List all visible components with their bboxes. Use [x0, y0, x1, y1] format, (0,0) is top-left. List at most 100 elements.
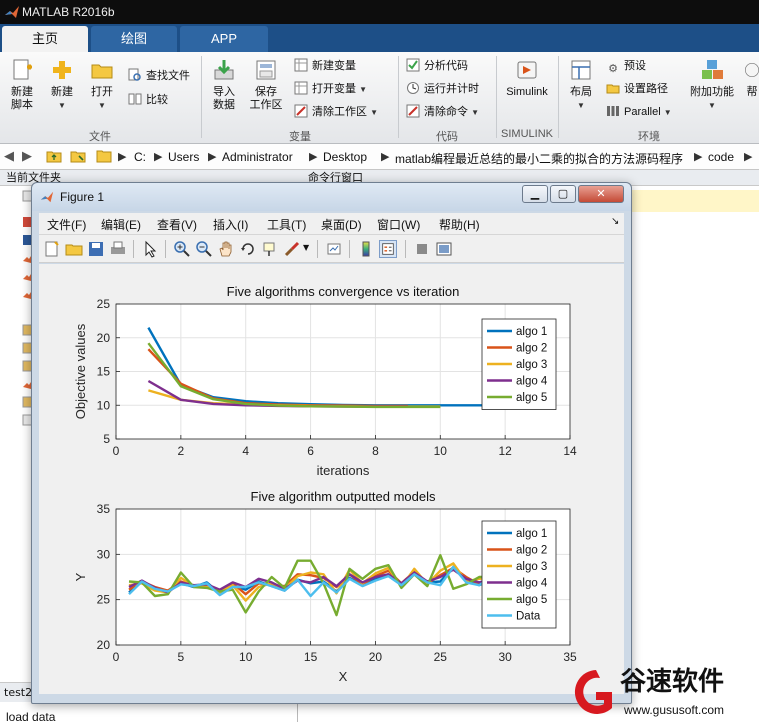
breadcrumb-item[interactable]: code [708, 150, 734, 164]
zoom-in-icon[interactable] [173, 240, 191, 258]
new-label: 新建 [51, 86, 73, 98]
gear-icon: ⚙ [608, 63, 618, 75]
new-figure-icon[interactable] [43, 240, 61, 258]
group-variable-label: 变量 [289, 131, 311, 143]
y-tick-label: 30 [97, 547, 111, 561]
menu-help[interactable]: 帮助(H) [439, 216, 480, 233]
figure-window[interactable]: Figure 1 ▁ ▢ ✕ 文件(F) 编辑(E) 查看(V) 插入(I) 工… [31, 182, 632, 704]
figure-titlebar[interactable]: Figure 1 ▁ ▢ ✕ [32, 183, 631, 211]
hide-plot-tools-icon[interactable] [413, 240, 431, 258]
chevron-down-icon[interactable]: ▼ [303, 243, 309, 252]
y-tick-label: 25 [97, 297, 111, 311]
colorbar-icon[interactable] [357, 240, 375, 258]
print-icon[interactable] [109, 240, 127, 258]
breadcrumb-separator: ▶ [309, 150, 318, 163]
pan-hand-icon[interactable] [217, 240, 235, 258]
menu-view[interactable]: 查看(V) [157, 216, 197, 233]
set-path-button[interactable]: 设置路径 [606, 79, 668, 99]
ribbon-tabs: 主页 绘图 APP [0, 24, 759, 52]
breadcrumb-separator: ▶ [381, 150, 390, 163]
y-tick-label: 25 [97, 593, 111, 607]
minimize-button[interactable]: ▁ [522, 185, 548, 203]
link-plot-icon[interactable] [325, 240, 343, 258]
chart-title: Five algorithms convergence vs iteration [227, 284, 460, 299]
menu-insert[interactable]: 插入(I) [213, 216, 248, 233]
open-file-icon[interactable] [65, 240, 83, 258]
brush-icon[interactable] [283, 240, 301, 258]
menu-desktop[interactable]: 桌面(D) [321, 216, 362, 233]
browse-folder-icon[interactable] [70, 148, 86, 164]
maximize-button[interactable]: ▢ [550, 185, 576, 203]
chevron-down-icon: ▼ [663, 108, 672, 117]
new-variable-button[interactable]: 新建变量 [294, 56, 356, 76]
ribbon-separator [201, 56, 202, 138]
simulink-button[interactable]: Simulink [501, 58, 553, 99]
menu-edit[interactable]: 编辑(E) [101, 216, 141, 233]
forward-arrow-icon[interactable]: ▶ [22, 149, 32, 164]
help-button[interactable]: 帮 [744, 58, 759, 99]
addons-button[interactable]: 附加功能 ▼ [686, 58, 738, 112]
compare-label: 比较 [146, 94, 168, 106]
tab-home[interactable]: 主页 [2, 26, 88, 52]
save-workspace-button[interactable]: 保存 工作区 [246, 58, 286, 112]
new-button[interactable]: 新建 ▼ [44, 58, 80, 112]
open-label: 打开 [91, 86, 113, 98]
tab-plots[interactable]: 绘图 [91, 26, 177, 52]
menu-tools[interactable]: 工具(T) [267, 216, 306, 233]
breadcrumb-item[interactable]: Desktop [323, 150, 367, 164]
preferences-button[interactable]: ⚙ 预设 [606, 56, 646, 76]
run-time-icon [407, 82, 419, 94]
pointer-icon[interactable] [141, 240, 159, 258]
back-arrow-icon[interactable]: ◀ [4, 149, 14, 164]
analyze-code-button[interactable]: 分析代码 [406, 56, 468, 76]
zoom-out-icon[interactable] [195, 240, 213, 258]
legend-label: algo 3 [516, 561, 547, 573]
up-folder-icon[interactable] [46, 148, 62, 164]
show-plot-tools-icon[interactable] [435, 240, 453, 258]
y-tick-label: 20 [97, 331, 111, 345]
group-environment-label: 环境 [638, 131, 660, 143]
menu-file[interactable]: 文件(F) [47, 216, 86, 233]
breadcrumb-separator: ▶ [118, 150, 127, 163]
legend-label: algo 2 [516, 545, 547, 557]
details-tab[interactable]: test2 [4, 686, 32, 699]
tab-apps[interactable]: APP [180, 26, 268, 52]
menu-window[interactable]: 窗口(W) [377, 216, 420, 233]
legend-icon[interactable] [379, 240, 397, 258]
set-path-label: 设置路径 [624, 83, 668, 95]
x-tick-label: 14 [563, 444, 577, 458]
new-script-icon [13, 59, 32, 80]
close-button[interactable]: ✕ [578, 185, 624, 203]
save-icon[interactable] [87, 240, 105, 258]
new-script-button[interactable]: 新建 脚本 [4, 58, 40, 112]
toolbar-separator [133, 240, 134, 258]
breadcrumb-item[interactable]: C: [134, 150, 146, 164]
legend-label: Data [516, 611, 541, 623]
open-variable-button[interactable]: 打开变量 ▼ [294, 79, 367, 99]
breadcrumb-item[interactable]: Administrator [222, 150, 293, 164]
chevron-down-icon: ▼ [471, 108, 479, 117]
compare-button[interactable]: 比较 [128, 90, 168, 110]
layout-button[interactable]: 布局 ▼ [563, 58, 599, 112]
import-data-button[interactable]: 导入 数据 [206, 58, 242, 112]
y-tick-label: 35 [97, 502, 111, 516]
data-cursor-icon[interactable] [261, 240, 279, 258]
rotate-3d-icon[interactable] [239, 240, 257, 258]
figure-canvas[interactable]: 0 2 4 6 8 10 12 14 5 10 15 20 25 Five algorithms conv… [39, 264, 624, 694]
open-button[interactable]: 打开 ▼ [84, 58, 120, 112]
clear-commands-button[interactable]: 清除命令 ▼ [406, 102, 479, 122]
breadcrumb-item[interactable]: matlab编程最近总结的最小二乘的拟合的方法源码程序 [395, 150, 683, 167]
plots-area[interactable]: 0 2 4 6 8 10 12 14 5 10 15 20 25 Five algorithms conv… [39, 264, 624, 694]
save-label-2: 工作区 [249, 99, 283, 111]
parallel-button[interactable]: Parallel ▼ [606, 102, 672, 122]
ribbon-separator [398, 56, 399, 138]
x-tick-label: 20 [369, 650, 383, 664]
analyze-code-icon [406, 58, 420, 72]
breadcrumb-item[interactable]: Users [168, 150, 199, 164]
find-files-button[interactable]: 查找文件 [128, 66, 190, 86]
x-tick-label: 25 [434, 650, 448, 664]
clear-workspace-button[interactable]: 清除工作区 ▼ [294, 102, 378, 122]
run-and-time-button[interactable]: 运行并计时 [406, 79, 479, 99]
x-tick-label: 0 [113, 444, 120, 458]
menubar-overflow-icon[interactable]: ↘ [611, 216, 619, 227]
